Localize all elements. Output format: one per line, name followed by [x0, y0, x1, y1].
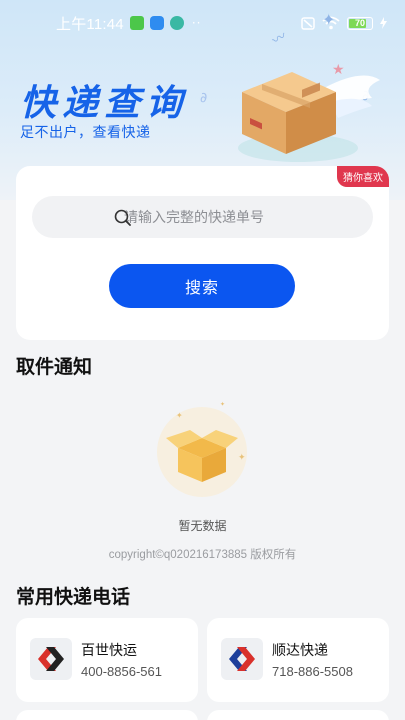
search-placeholder: 请输入完整的快递单号	[124, 210, 264, 226]
courier-card-partial	[16, 710, 198, 720]
flying-package-icon	[238, 72, 380, 162]
svg-text:✦: ✦	[220, 401, 225, 408]
search-button[interactable]: 搜索	[109, 264, 295, 308]
courier-phone: 718-886-5508	[272, 664, 353, 679]
empty-state-text: 暂无数据	[178, 519, 227, 533]
app-notification-icon	[169, 16, 184, 30]
decoration-icon: ✦	[322, 10, 336, 29]
search-icon	[114, 209, 131, 226]
status-bar: 上午11:44 ·· 70	[0, 0, 405, 46]
courier-name: 百世快运	[81, 643, 137, 659]
empty-box-icon: ✦ ✦ ✦	[157, 401, 247, 497]
copyright-text: copyright©q020216173885 版权所有	[108, 549, 297, 561]
app-notification-icon	[149, 16, 164, 30]
decoration-icon: ∂	[200, 90, 208, 106]
search-card: 猜你喜欢 请输入完整的快递单号 搜索	[16, 166, 389, 340]
sim-off-icon	[301, 16, 315, 30]
courier-name: 顺达快递	[272, 643, 328, 659]
battery-icon: 70	[347, 16, 373, 30]
courier-phone: 400-8856-561	[81, 664, 162, 679]
status-time: 上午11:44	[56, 15, 124, 33]
courier-logo-icon	[221, 638, 263, 680]
courier-logo-icon	[30, 638, 72, 680]
courier-card-partial	[207, 710, 389, 720]
courier-section-title: 常用快递电话	[16, 586, 131, 608]
page-subtitle: 足不出户，查看快递	[20, 125, 151, 141]
pickup-section-title: 取件通知	[16, 356, 93, 378]
more-notifications-icon: ··	[191, 16, 202, 30]
svg-text:✦: ✦	[176, 411, 183, 420]
charging-icon	[380, 17, 387, 29]
courier-card[interactable]: 百世快运 400-8856-561	[16, 618, 198, 702]
svg-text:✦: ✦	[238, 453, 246, 463]
app-notification-icon	[129, 16, 144, 30]
battery-level: 70	[354, 18, 365, 28]
page-title: 快递查询	[20, 83, 189, 124]
guess-you-like-badge[interactable]: 猜你喜欢	[337, 166, 389, 187]
tracking-number-input[interactable]: 请输入完整的快递单号	[32, 196, 373, 238]
courier-card[interactable]: 顺达快递 718-886-5508	[207, 618, 389, 702]
